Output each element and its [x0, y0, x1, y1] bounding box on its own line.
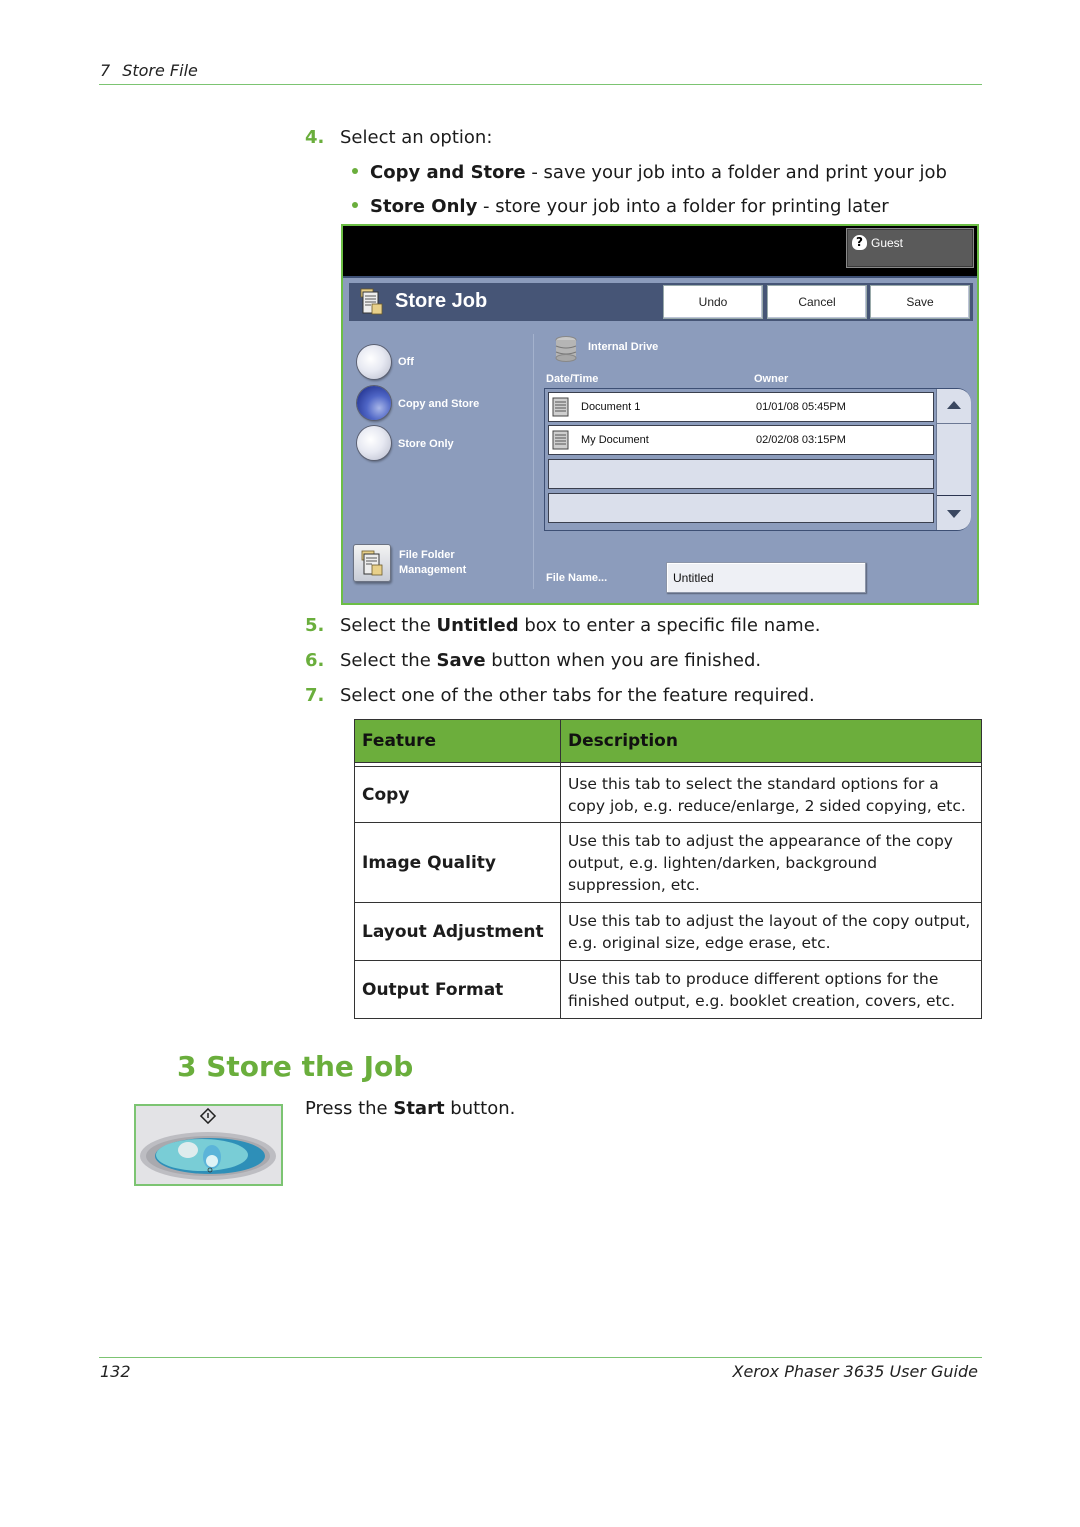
document-icon	[552, 397, 569, 417]
table-row: Copy Use this tab to select the standard…	[354, 766, 982, 823]
bullet-icon	[352, 168, 358, 174]
file-name-input[interactable]: Untitled	[666, 562, 866, 593]
description-cell: Use this tab to produce different option…	[560, 960, 982, 1019]
file-date: 02/02/08 03:15PM	[756, 434, 846, 446]
file-name: Document 1	[581, 401, 641, 413]
file-folder-management-label: File Folder Management	[399, 548, 466, 578]
feature-cell: Output Format	[354, 960, 561, 1019]
step-text: Select an option:	[340, 127, 493, 148]
file-list: Document 1 01/01/08 05:45PM My Document …	[544, 388, 971, 531]
undo-button[interactable]: Undo	[663, 285, 763, 319]
feature-cell: Copy	[354, 766, 561, 823]
step-number: 7.	[305, 685, 325, 706]
text: Press the	[305, 1098, 394, 1119]
file-row-empty[interactable]	[548, 459, 934, 489]
chapter-title: Store File	[122, 61, 198, 80]
panel-divider	[533, 334, 534, 589]
radio-label-copy-and-store: Copy and Store	[398, 398, 480, 410]
file-row[interactable]: My Document 02/02/08 03:15PM	[548, 425, 934, 455]
table-header-row: Feature Description	[354, 719, 982, 763]
label-line: Management	[399, 564, 467, 576]
save-button[interactable]: Save	[870, 285, 970, 319]
guide-name: Xerox Phaser 3635 User Guide	[732, 1362, 978, 1381]
text: Select one of the other tabs for the fea…	[340, 685, 815, 706]
column-header-owner[interactable]: Owner	[754, 373, 788, 385]
running-header: 7 Store File	[100, 61, 198, 80]
bullet-icon	[352, 202, 358, 208]
step-number: 4.	[305, 127, 325, 148]
feature-cell: Layout Adjustment	[354, 902, 561, 961]
description-cell: Use this tab to adjust the appearance of…	[560, 822, 982, 903]
text: button.	[444, 1098, 516, 1119]
step-number: 5.	[305, 615, 325, 636]
text-bold: Untitled	[436, 615, 519, 636]
description-cell: Use this tab to adjust the layout of the…	[560, 902, 982, 961]
radio-off[interactable]	[357, 345, 391, 379]
step-number: 6.	[305, 650, 325, 671]
header-rule	[99, 84, 982, 85]
text: Select the	[340, 615, 437, 636]
store-job-screen: ? Guest Store Job Undo Cancel Save Off C…	[341, 224, 979, 605]
feature-cell: Image Quality	[354, 822, 561, 903]
title-bar: Store Job Undo Cancel Save	[349, 283, 973, 321]
option-name: Copy and Store	[370, 162, 526, 183]
screen-title: Store Job	[395, 290, 488, 312]
folder-management-icon	[361, 550, 383, 576]
file-date: 01/01/08 05:45PM	[756, 401, 846, 413]
column-header-datetime[interactable]: Date/Time	[546, 373, 598, 385]
file-row-empty[interactable]	[548, 493, 934, 523]
cancel-button[interactable]: Cancel	[767, 285, 867, 319]
file-row[interactable]: Document 1 01/01/08 05:45PM	[548, 392, 934, 422]
radio-store-only[interactable]	[357, 426, 391, 460]
text: button when you are finished.	[485, 650, 762, 671]
list-scrollbar[interactable]	[936, 389, 971, 530]
step-text: Select one of the other tabs for the fea…	[340, 685, 815, 706]
table-row: Image Quality Use this tab to adjust the…	[354, 822, 982, 903]
store-job-icon	[360, 288, 383, 315]
option-bullet-copy-and-store: Copy and Store - save your job into a fo…	[352, 162, 947, 183]
file-name-label: File Name...	[546, 572, 608, 584]
option-name: Store Only	[370, 196, 478, 217]
option-bullet-store-only: Store Only - store your job into a folde…	[352, 196, 889, 217]
radio-label-store-only: Store Only	[398, 438, 454, 450]
text-bold: Save	[436, 650, 486, 671]
step-text: Select the Save button when you are fini…	[340, 650, 761, 671]
option-description: - save your job into a folder and print …	[525, 162, 947, 183]
table-row: Output Format Use this tab to produce di…	[354, 960, 982, 1019]
text: Select the	[340, 650, 437, 671]
column-header-feature: Feature	[354, 719, 561, 763]
guest-button[interactable]: ? Guest	[846, 228, 974, 268]
screen-top-bar: ? Guest	[343, 226, 977, 276]
column-header-description: Description	[560, 719, 982, 763]
screen-body: Store Job Undo Cancel Save Off Copy and …	[343, 276, 977, 603]
press-start-instruction: Press the Start button.	[305, 1098, 515, 1119]
file-folder-management-button[interactable]	[353, 544, 391, 582]
drive-icon	[555, 336, 577, 362]
arrow-up-icon	[947, 401, 961, 409]
guest-label: Guest	[871, 236, 904, 250]
description-cell: Use this tab to select the standard opti…	[560, 766, 982, 823]
arrow-down-icon	[947, 510, 961, 518]
section-title: 3 Store the Job	[177, 1050, 414, 1083]
table-row: Layout Adjustment Use this tab to adjust…	[354, 902, 982, 961]
scroll-down-button[interactable]	[937, 495, 971, 530]
start-button-icon	[136, 1106, 281, 1184]
file-name: My Document	[581, 434, 649, 446]
scroll-up-button[interactable]	[937, 389, 971, 424]
chapter-number: 7	[100, 61, 111, 80]
page-number: 132	[100, 1362, 131, 1381]
feature-table: Feature Description Copy Use this tab to…	[354, 719, 982, 1019]
drive-label: Internal Drive	[588, 341, 659, 353]
radio-label-off: Off	[398, 356, 414, 368]
text: box to enter a specific file name.	[518, 615, 821, 636]
step-text: Select the Untitled box to enter a speci…	[340, 615, 821, 636]
option-description: - store your job into a folder for print…	[477, 196, 889, 217]
text-bold: Start	[393, 1098, 445, 1119]
radio-copy-and-store[interactable]	[357, 386, 391, 420]
document-icon	[552, 430, 569, 450]
label-line: File Folder	[399, 549, 455, 561]
help-icon: ?	[852, 235, 867, 250]
footer-rule	[99, 1357, 982, 1358]
start-button-image	[134, 1104, 283, 1186]
